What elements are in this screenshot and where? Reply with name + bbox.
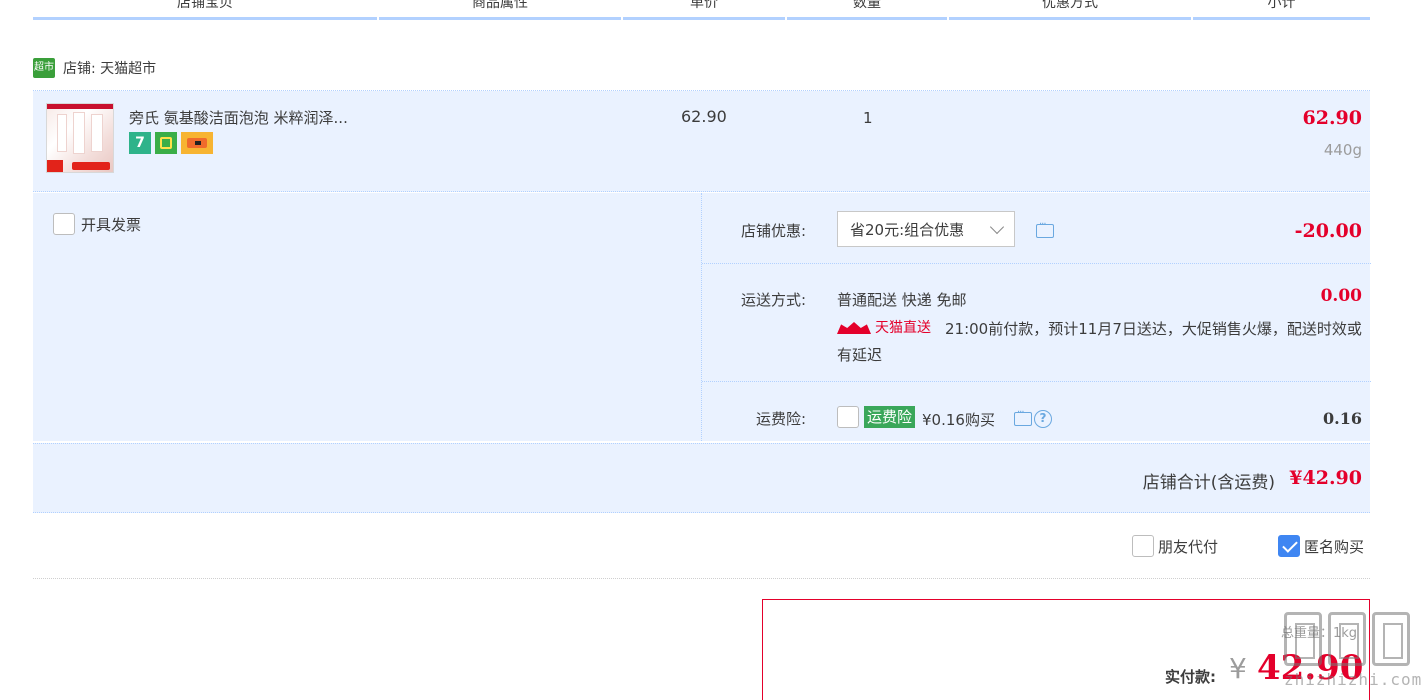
credit-card-icon[interactable] — [181, 132, 213, 154]
order-item-row: 旁氏 氨基酸洁面泡泡 米粹润泽... 7 62.90 1 62.90 440g — [33, 91, 1370, 192]
col-shop-item: 店铺宝贝 — [33, 0, 377, 20]
service-badges: 7 — [129, 132, 213, 154]
friend-pay-label: 朋友代付 — [1158, 537, 1219, 556]
tmall-direct-label: 天猫直送 — [875, 320, 931, 336]
anonymous-purchase-checkbox[interactable] — [1278, 535, 1300, 557]
shop-name[interactable]: 店铺: 天猫超市 — [63, 58, 156, 78]
shop-total-row: 店铺合计(含运费) ¥42.90 — [33, 443, 1370, 513]
shipping-label: 运送方式: — [740, 291, 806, 309]
discount-select[interactable]: 省20元:组合优惠 — [837, 211, 1015, 247]
col-attributes: 商品属性 — [379, 0, 621, 20]
message-icon[interactable] — [1036, 219, 1054, 238]
seven-day-return-icon[interactable]: 7 — [129, 132, 151, 154]
payment-summary-box: 总重量：1kg 实付款: ¥ 42.90 — [762, 599, 1370, 700]
anonymous-purchase-option[interactable]: 匿名购买 — [1278, 535, 1364, 557]
shop-total-amount: ¥42.90 — [1289, 467, 1362, 489]
pay-label: 实付款: — [1165, 668, 1216, 686]
shopping-bag-icon[interactable] — [155, 132, 177, 154]
tmall-direct-badge: 天猫直送 — [837, 315, 931, 341]
discount-label: 店铺优惠: — [740, 222, 806, 240]
order-options: 开具发票 店铺优惠: 省20元:组合优惠 -20.00 运送方式: 普通配送 快… — [33, 193, 1371, 441]
insurance-checkbox[interactable] — [837, 406, 859, 428]
help-icon[interactable]: ? — [1034, 410, 1052, 428]
order-settings-pane: 店铺优惠: 省20元:组合优惠 -20.00 运送方式: 普通配送 快递 免邮 … — [701, 193, 1371, 441]
discount-selected-value: 省20元:组合优惠 — [850, 220, 965, 239]
shipping-method: 普通配送 快递 免邮 — [837, 291, 967, 309]
col-unit-price: 单价 — [623, 0, 785, 20]
tmall-supermarket-icon: 超市 — [33, 58, 55, 78]
item-subtotal: 62.90 — [1302, 107, 1363, 129]
invoice-checkbox[interactable] — [53, 213, 75, 235]
order-table-header: 店铺宝贝 商品属性 单价 数量 优惠方式 小计 — [33, 0, 1370, 20]
invoice-label: 开具发票 — [81, 215, 142, 234]
divider — [702, 381, 1371, 382]
insurance-label: 运费险: — [755, 410, 806, 428]
product-thumbnail[interactable] — [46, 103, 114, 173]
friend-pay-option[interactable]: 朋友代付 — [1132, 535, 1218, 557]
friend-pay-checkbox[interactable] — [1132, 535, 1154, 557]
discount-amount: -20.00 — [1294, 220, 1362, 242]
currency-symbol: ¥ — [1229, 652, 1247, 685]
chevron-down-icon — [989, 219, 1005, 235]
insurance-price: ¥0.16购买 — [922, 411, 995, 429]
shop-total-label: 店铺合计(含运费) — [1142, 473, 1275, 493]
col-quantity: 数量 — [787, 0, 947, 20]
shipping-note-block: 天猫直送 21:00前付款，预计11月7日送达，大促销售火爆，配送时效或有延迟 — [837, 315, 1367, 368]
watermark-logo: zhizhizhi.com — [1284, 612, 1424, 696]
insurance-tag: 运费险 — [864, 406, 916, 428]
shop-line: 超市 店铺: 天猫超市 — [33, 56, 156, 80]
watermark-text: zhizhizhi.com — [1284, 670, 1423, 689]
quantity: 1 — [863, 109, 873, 127]
invoice-option[interactable]: 开具发票 — [53, 213, 141, 235]
insurance-amount: 0.16 — [1323, 409, 1362, 428]
tmall-cat-icon — [837, 322, 871, 334]
shipping-amount: 0.00 — [1320, 286, 1362, 306]
item-weight: 440g — [1323, 141, 1362, 159]
divider — [33, 578, 1370, 579]
checkout-page: 店铺宝贝 商品属性 单价 数量 优惠方式 小计 超市 店铺: 天猫超市 旁氏 氨… — [0, 0, 1427, 700]
message-icon[interactable] — [1014, 407, 1032, 426]
product-title[interactable]: 旁氏 氨基酸洁面泡泡 米粹润泽... — [129, 107, 348, 128]
anonymous-purchase-label: 匿名购买 — [1304, 537, 1365, 556]
col-discount: 优惠方式 — [949, 0, 1191, 20]
divider — [702, 263, 1371, 264]
col-subtotal: 小计 — [1193, 0, 1370, 20]
unit-price: 62.90 — [681, 107, 727, 126]
